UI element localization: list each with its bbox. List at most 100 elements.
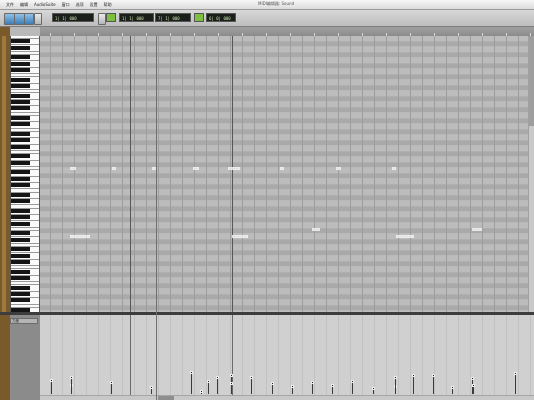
vertical-scroll-thumb[interactable]: [529, 36, 534, 126]
note-grid[interactable]: [40, 36, 534, 312]
white-key-separator[interactable]: [11, 303, 39, 305]
tool-grabber-button[interactable]: [24, 13, 34, 25]
velocity-handle[interactable]: [271, 382, 274, 385]
black-key[interactable]: [11, 269, 30, 274]
white-key-separator[interactable]: [11, 166, 39, 167]
velocity-handle[interactable]: [472, 384, 475, 387]
horizontal-scroll-thumb[interactable]: [158, 396, 174, 400]
velocity-handle[interactable]: [230, 374, 233, 377]
black-key[interactable]: [11, 221, 30, 226]
black-key[interactable]: [11, 176, 30, 181]
velocity-handle[interactable]: [250, 376, 253, 379]
black-key[interactable]: [11, 132, 30, 136]
black-key[interactable]: [11, 276, 30, 280]
velocity-handle[interactable]: [110, 381, 113, 384]
menu-window[interactable]: 窗口: [62, 2, 70, 8]
velocity-handle[interactable]: [291, 385, 294, 388]
velocity-handle[interactable]: [207, 380, 210, 383]
velocity-handle[interactable]: [200, 390, 203, 393]
velocity-handle[interactable]: [432, 374, 435, 377]
menu-audiosuite[interactable]: AudioSuite: [34, 2, 56, 7]
white-key-separator[interactable]: [11, 204, 39, 206]
piano-keyboard[interactable]: [10, 36, 40, 312]
midi-note[interactable]: [70, 167, 76, 170]
black-key[interactable]: [11, 215, 30, 220]
black-key[interactable]: [11, 144, 30, 149]
horizontal-scrollbar[interactable]: [40, 395, 534, 400]
velocity-stem[interactable]: [251, 377, 252, 394]
midi-note[interactable]: [112, 167, 116, 170]
velocity-handle[interactable]: [412, 374, 415, 377]
velocity-stem[interactable]: [71, 377, 72, 394]
velocity-stem[interactable]: [515, 373, 516, 394]
midi-note[interactable]: [280, 167, 284, 170]
velocity-lane[interactable]: [40, 315, 534, 400]
black-key[interactable]: [11, 55, 30, 60]
black-key[interactable]: [11, 170, 30, 175]
black-key[interactable]: [11, 183, 30, 188]
midi-note[interactable]: [232, 235, 248, 238]
black-key[interactable]: [11, 285, 30, 290]
midi-note[interactable]: [312, 228, 320, 231]
white-key-separator[interactable]: [11, 281, 39, 283]
white-key-separator[interactable]: [11, 89, 39, 91]
black-key[interactable]: [11, 208, 30, 213]
black-key[interactable]: [11, 192, 30, 197]
nudge-indicator[interactable]: [194, 13, 204, 22]
black-key[interactable]: [11, 298, 30, 303]
black-key[interactable]: [11, 247, 30, 252]
velocity-stem[interactable]: [395, 377, 396, 394]
white-key-separator[interactable]: [11, 150, 39, 151]
grid-indicator[interactable]: [106, 13, 116, 22]
black-key[interactable]: [11, 253, 30, 258]
velocity-stem[interactable]: [217, 377, 218, 394]
black-key[interactable]: [11, 260, 30, 264]
black-key[interactable]: [11, 68, 30, 72]
menu-help[interactable]: 帮助: [104, 2, 112, 8]
midi-note[interactable]: [396, 235, 414, 238]
main-counter[interactable]: 1| 1| 000: [52, 13, 94, 22]
white-key-separator[interactable]: [11, 188, 39, 190]
menu-options[interactable]: 选项: [76, 2, 84, 8]
menu-edit[interactable]: 编辑: [20, 2, 28, 8]
black-key[interactable]: [11, 138, 30, 143]
velocity-handle[interactable]: [331, 384, 334, 387]
white-key-separator[interactable]: [11, 226, 39, 228]
white-key-separator[interactable]: [11, 73, 39, 75]
white-key-separator[interactable]: [11, 265, 39, 267]
black-key[interactable]: [11, 199, 30, 204]
velocity-handle[interactable]: [394, 376, 397, 379]
selection-end[interactable]: 7| 1| 000: [155, 13, 191, 22]
velocity-stem[interactable]: [51, 380, 52, 394]
velocity-handle[interactable]: [311, 381, 314, 384]
black-key[interactable]: [11, 106, 30, 111]
midi-note[interactable]: [392, 167, 396, 170]
vertical-scrollbar[interactable]: [528, 36, 534, 312]
black-key[interactable]: [11, 61, 30, 66]
velocity-handle[interactable]: [372, 387, 375, 390]
velocity-stem[interactable]: [191, 372, 192, 394]
velocity-handle[interactable]: [50, 379, 53, 382]
velocity-handle[interactable]: [150, 386, 153, 389]
velocity-stem[interactable]: [413, 375, 414, 394]
white-key-separator[interactable]: [11, 127, 39, 129]
lane-view-selector[interactable]: 力度: [10, 318, 38, 324]
midi-note[interactable]: [472, 228, 482, 231]
selection-start[interactable]: 1| 1| 000: [119, 13, 154, 22]
velocity-stem[interactable]: [433, 375, 434, 394]
nudge-button[interactable]: [98, 13, 106, 25]
menu-setup[interactable]: 设置: [90, 2, 98, 8]
midi-note[interactable]: [193, 167, 199, 170]
velocity-handle[interactable]: [70, 376, 73, 379]
white-key-separator[interactable]: [11, 111, 39, 113]
midi-note[interactable]: [228, 167, 240, 170]
black-key[interactable]: [11, 100, 30, 104]
tool-pencil-button[interactable]: [34, 13, 42, 25]
velocity-handle[interactable]: [230, 382, 233, 385]
black-key[interactable]: [11, 154, 30, 159]
black-key[interactable]: [11, 292, 30, 296]
midi-note[interactable]: [70, 235, 90, 238]
midi-note[interactable]: [336, 167, 341, 170]
menu-file[interactable]: 文件: [6, 2, 14, 8]
black-key[interactable]: [11, 84, 30, 88]
